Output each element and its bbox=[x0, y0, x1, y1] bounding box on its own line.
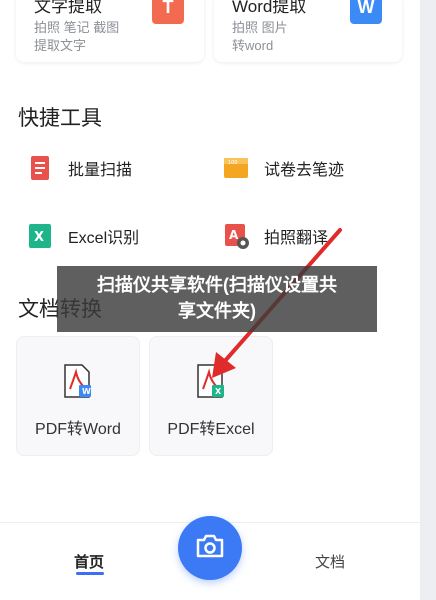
batch-scan-tool[interactable]: 批量扫描 bbox=[26, 148, 132, 188]
text-extract-card[interactable]: 文字提取 拍照 笔记 截图 提取文字 T bbox=[16, 0, 204, 62]
card-subtitle: 提取文字 bbox=[34, 38, 87, 53]
svg-text:A: A bbox=[229, 228, 239, 242]
card-title: 文字提取 bbox=[34, 0, 102, 16]
tool-label: 批量扫描 bbox=[68, 162, 133, 179]
svg-text:100: 100 bbox=[228, 160, 238, 166]
batch-scan-icon bbox=[26, 154, 54, 182]
excel-recognize-tool[interactable]: X Excel识别 bbox=[26, 216, 139, 256]
word-extract-card[interactable]: Word提取 拍照 图片 转word W bbox=[214, 0, 402, 62]
pdf-to-word-icon: W bbox=[63, 363, 93, 399]
photo-translate-icon: A bbox=[222, 222, 250, 250]
tool-label: 试卷去笔迹 bbox=[264, 162, 345, 179]
nav-home-tab[interactable]: 首页 bbox=[74, 551, 104, 572]
banner-line: 扫描仪共享软件(扫描仪设置共 bbox=[97, 275, 337, 295]
pdf-to-excel-icon: X bbox=[196, 363, 226, 399]
excel-recognize-icon: X bbox=[26, 222, 54, 250]
card-subtitle: 转word bbox=[232, 38, 274, 53]
card-title: Word提取 bbox=[232, 0, 307, 16]
quick-tools-title: 快捷工具 bbox=[18, 107, 102, 130]
nav-docs-tab[interactable]: 文档 bbox=[315, 551, 345, 572]
photo-translate-tool[interactable]: A 拍照翻译 bbox=[222, 216, 328, 256]
word-doc-icon: W bbox=[350, 0, 382, 24]
banner-line: 享文件夹) bbox=[178, 301, 256, 321]
pdf-to-excel-card[interactable]: X PDF转Excel bbox=[149, 336, 273, 456]
text-doc-icon: T bbox=[152, 0, 184, 24]
tool-label: Excel识别 bbox=[68, 230, 140, 247]
exam-erase-icon: 100 bbox=[222, 154, 250, 182]
svg-text:W: W bbox=[82, 387, 91, 396]
tool-label: 拍照翻译 bbox=[264, 230, 329, 247]
doc-card-label: PDF转Excel bbox=[167, 421, 255, 438]
svg-text:X: X bbox=[34, 230, 44, 245]
card-subtitle: 拍照 笔记 截图 bbox=[34, 20, 120, 35]
exam-erase-tool[interactable]: 100 试卷去笔迹 bbox=[222, 148, 344, 188]
pdf-to-word-card[interactable]: W PDF转Word bbox=[16, 336, 140, 456]
page-side-rail bbox=[420, 0, 436, 600]
camera-icon bbox=[195, 533, 225, 564]
card-subtitle: 拍照 图片 bbox=[232, 20, 288, 35]
camera-button[interactable] bbox=[178, 516, 242, 580]
title-banner: 扫描仪共享软件(扫描仪设置共 享文件夹) bbox=[57, 266, 377, 332]
doc-card-label: PDF转Word bbox=[35, 421, 121, 438]
svg-text:X: X bbox=[215, 387, 222, 396]
active-tab-indicator bbox=[76, 572, 104, 575]
